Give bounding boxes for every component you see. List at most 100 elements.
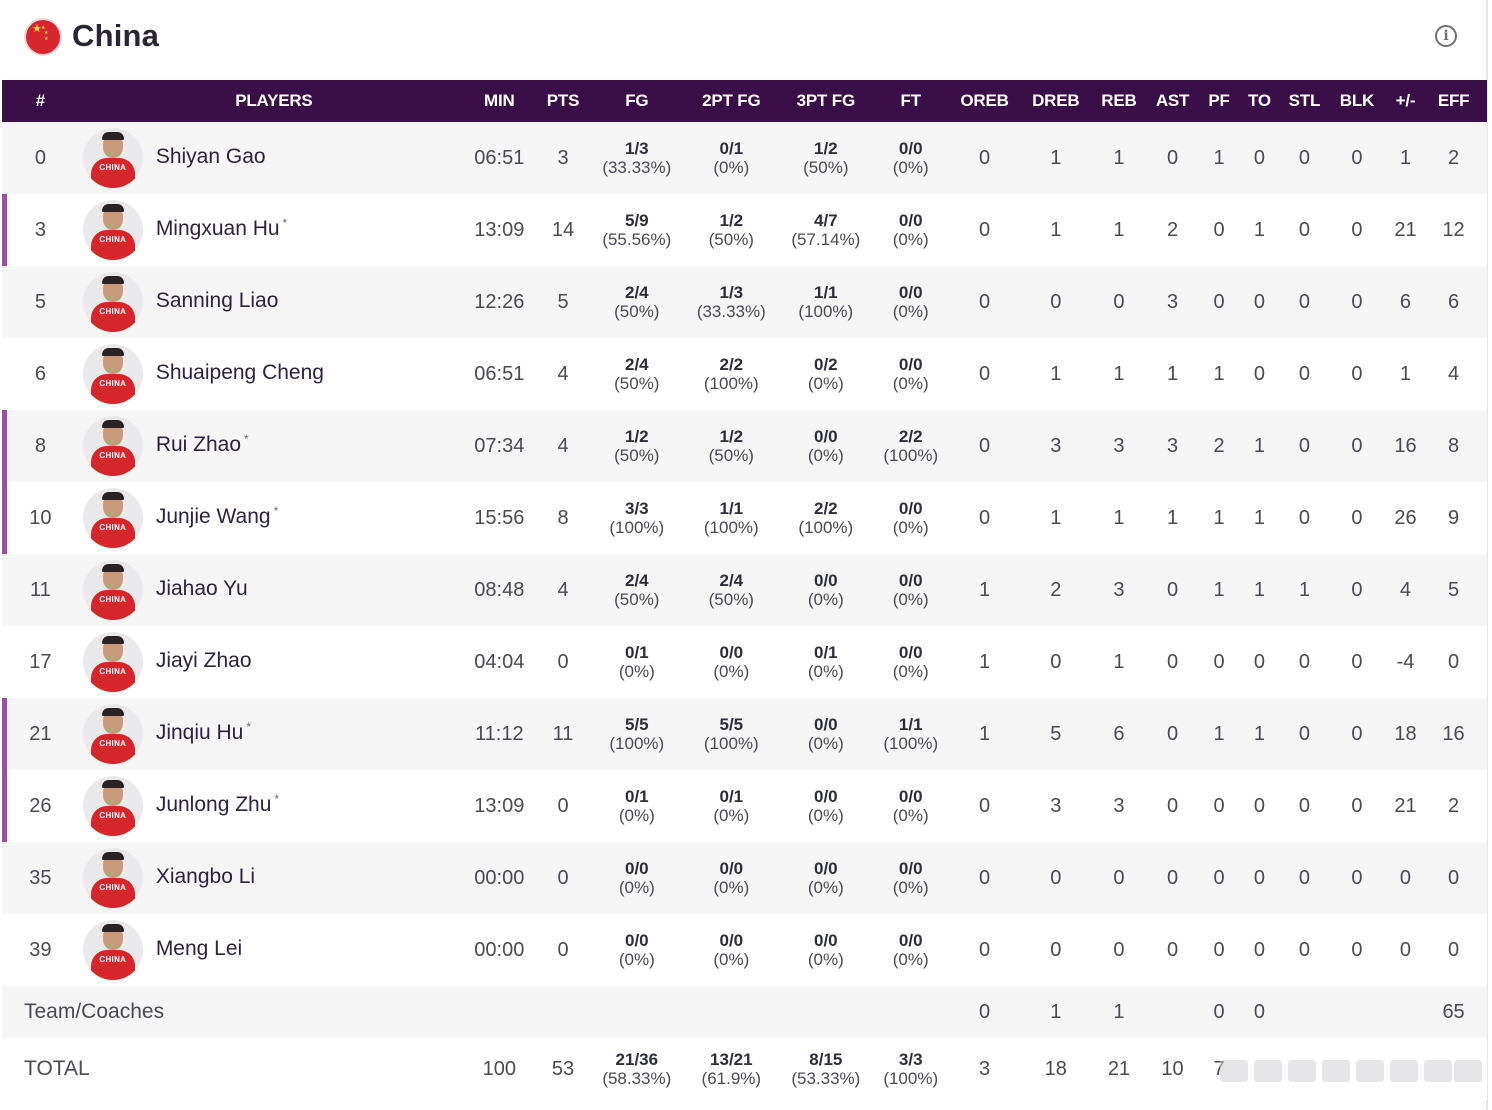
player-name-link[interactable]: Junjie Wang — [156, 505, 271, 528]
fg-cell: 3/3 (100%) — [596, 482, 677, 554]
player-row[interactable]: 10 CHINA Junjie Wang * 15:56 8 3/3 (100%) 1/1 (10… — [2, 482, 1487, 554]
fg-percentage: (50%) — [614, 446, 660, 465]
fg2-made-attempted: 5/5 — [719, 715, 744, 734]
fg2-cell: 2/2 (100%) — [677, 338, 785, 410]
player-cell[interactable]: CHINA Rui Zhao * — [79, 410, 469, 482]
fg3-percentage: (53.33%) — [791, 1069, 861, 1088]
empty-cell — [596, 986, 677, 1038]
empty-cell — [1140, 986, 1205, 1038]
info-circle-icon[interactable]: i — [1435, 25, 1457, 47]
player-row[interactable]: 26 CHINA Junlong Zhu * 13:09 0 0/1 (0%) 0/1 (0%) 0… — [2, 770, 1487, 842]
player-cell[interactable]: CHINA Meng Lei — [79, 914, 469, 986]
player-cell[interactable]: CHINA Junlong Zhu * — [79, 770, 469, 842]
player-name-link[interactable]: Jiahao Yu — [156, 577, 248, 600]
points: 0 — [557, 794, 569, 817]
player-name-link[interactable]: Meng Lei — [156, 937, 242, 960]
fg2-percentage: (0%) — [713, 662, 750, 681]
ft-cell: 0/0 (0%) — [866, 194, 955, 266]
player-cell[interactable]: CHINA Junjie Wang * — [79, 482, 469, 554]
empty-cell — [469, 986, 530, 1038]
fg2-cell: 1/3 (33.33%) — [677, 266, 785, 338]
watermark-overlay — [1220, 1050, 1482, 1090]
player-cell[interactable]: CHINA Shuaipeng Cheng — [79, 338, 469, 410]
ft-made-attempted: 0/0 — [898, 139, 923, 158]
player-name-link[interactable]: Sanning Liao — [156, 289, 279, 312]
ft-cell: 3/3 (100%) — [866, 1038, 955, 1100]
china-jersey: CHINA — [90, 590, 135, 620]
china-jersey: CHINA — [90, 230, 135, 260]
eff-stat: 6 — [1448, 290, 1460, 313]
starter-marker: * — [282, 216, 288, 230]
player-cell[interactable]: CHINA Jinqiu Hu * — [79, 698, 469, 770]
player-name-link[interactable]: Jinqiu Hu — [156, 721, 244, 744]
player-avatar: CHINA — [82, 632, 143, 692]
ft-percentage: (0%) — [892, 662, 929, 681]
player-row[interactable]: 21 CHINA Jinqiu Hu * 11:12 11 5/5 (100%) 5/5 (100… — [2, 698, 1487, 770]
ft-made-attempted: 0/0 — [898, 499, 923, 518]
china-jersey: CHINA — [90, 158, 135, 188]
total-label: TOTAL — [24, 1057, 90, 1080]
ft-made-attempted: 1/1 — [898, 715, 923, 734]
minutes: 00:00 — [474, 938, 525, 961]
jersey-number: 8 — [2, 410, 79, 482]
fg-made-attempted: 3/3 — [624, 499, 649, 518]
player-name-link[interactable]: Rui Zhao — [156, 433, 241, 456]
ft-percentage: (0%) — [892, 590, 929, 609]
player-cell[interactable]: CHINA Xiangbo Li — [79, 842, 469, 914]
player-avatar: CHINA — [82, 560, 143, 620]
dreb-stat: 3 — [1050, 794, 1062, 817]
fg-cell: 0/1 (0%) — [596, 626, 677, 698]
points: 3 — [557, 146, 569, 169]
reb-stat: 0 — [1113, 290, 1125, 313]
fg-percentage: (50%) — [614, 590, 660, 609]
player-name-link[interactable]: Shuaipeng Cheng — [156, 361, 324, 384]
player-row[interactable]: 8 CHINA Rui Zhao * 07:34 4 1/2 (50%) 1/2 (50%) 0/0… — [2, 410, 1487, 482]
column-header: +/- — [1395, 91, 1416, 110]
points: 0 — [557, 650, 569, 673]
fg-cell: 21/36 (58.33%) — [596, 1038, 677, 1100]
oreb-stat: 0 — [978, 938, 991, 961]
points: 14 — [551, 218, 575, 241]
column-header: STL — [1288, 91, 1321, 110]
player-row[interactable]: 11 CHINA Jiahao Yu 08:48 4 2/4 (50%) 2/4 (50%) 0/… — [2, 554, 1487, 626]
player-row[interactable]: 3 CHINA Mingxuan Hu * 13:09 14 5/9 (55.56%) 1/2(… — [2, 194, 1487, 266]
player-cell[interactable]: CHINA Sanning Liao — [79, 266, 469, 338]
jersey-number: 5 — [34, 290, 46, 313]
player-name-link[interactable]: Xiangbo Li — [156, 865, 255, 888]
player-row[interactable]: 0 CHINA Shiyan Gao 06:51 3 1/3 (33.33%) 0/1 (0%)… — [2, 122, 1487, 194]
player-row[interactable]: 6 CHINA Shuaipeng Cheng 06:51 4 2/4 (50%) 2/2 (1… — [2, 338, 1487, 410]
blk-stat: 0 — [1351, 866, 1363, 889]
player-name-link[interactable]: Junlong Zhu — [156, 793, 272, 816]
pm-stat: 0 — [1399, 938, 1412, 961]
minutes: 07:34 — [474, 434, 525, 457]
player-name-link[interactable]: Jiayi Zhao — [156, 649, 252, 672]
player-cell[interactable]: CHINA Shiyan Gao — [79, 122, 469, 194]
points: 53 — [551, 1057, 575, 1080]
fg2-percentage: (50%) — [708, 446, 754, 465]
player-name-link[interactable]: Mingxuan Hu — [156, 217, 280, 240]
fg2-cell: 0/0 (0%) — [677, 842, 785, 914]
empty-cell — [785, 986, 866, 1038]
ft-percentage: (0%) — [892, 230, 929, 249]
player-cell[interactable]: CHINA Jiahao Yu — [79, 554, 469, 626]
player-cell[interactable]: CHINA Jiayi Zhao — [79, 626, 469, 698]
player-row[interactable]: 35 CHINA Xiangbo Li 00:00 0 0/0 (0%) 0/0 (0%) 0/0… — [2, 842, 1487, 914]
fg3-cell: 1/1 (100%) — [785, 266, 866, 338]
dreb-stat: 5 — [1050, 722, 1062, 745]
player-row[interactable]: 17 CHINA Jiayi Zhao 04:04 0 0/1 (0%) 0/0 (0%) 0/1… — [2, 626, 1487, 698]
ft-made-attempted: 0/0 — [898, 787, 923, 806]
oreb-stat: 3 — [978, 1057, 991, 1080]
fg2-cell: 1/1 (100%) — [677, 482, 785, 554]
pm-stat: 0 — [1399, 866, 1412, 889]
player-cell[interactable]: CHINA Mingxuan Hu * — [79, 194, 469, 266]
player-row[interactable]: 5 CHINA Sanning Liao 12:26 5 2/4 (50%) 1/3 (33.3… — [2, 266, 1487, 338]
pm-stat: 4 — [1399, 578, 1412, 601]
empty-cell — [1323, 986, 1391, 1038]
oreb-stat: 1 — [978, 578, 991, 601]
player-row[interactable]: 39 CHINA Meng Lei 00:00 0 0/0 (0%) 0/0 (0%) 0/0 (0… — [2, 914, 1487, 986]
fg2-percentage: (33.33%) — [696, 302, 766, 321]
fg-cell: 5/5 (100%) — [596, 698, 677, 770]
player-name-link[interactable]: Shiyan Gao — [156, 145, 266, 168]
fg3-made-attempted: 0/0 — [814, 715, 838, 734]
ft-cell: 0/0 (0%) — [866, 842, 955, 914]
